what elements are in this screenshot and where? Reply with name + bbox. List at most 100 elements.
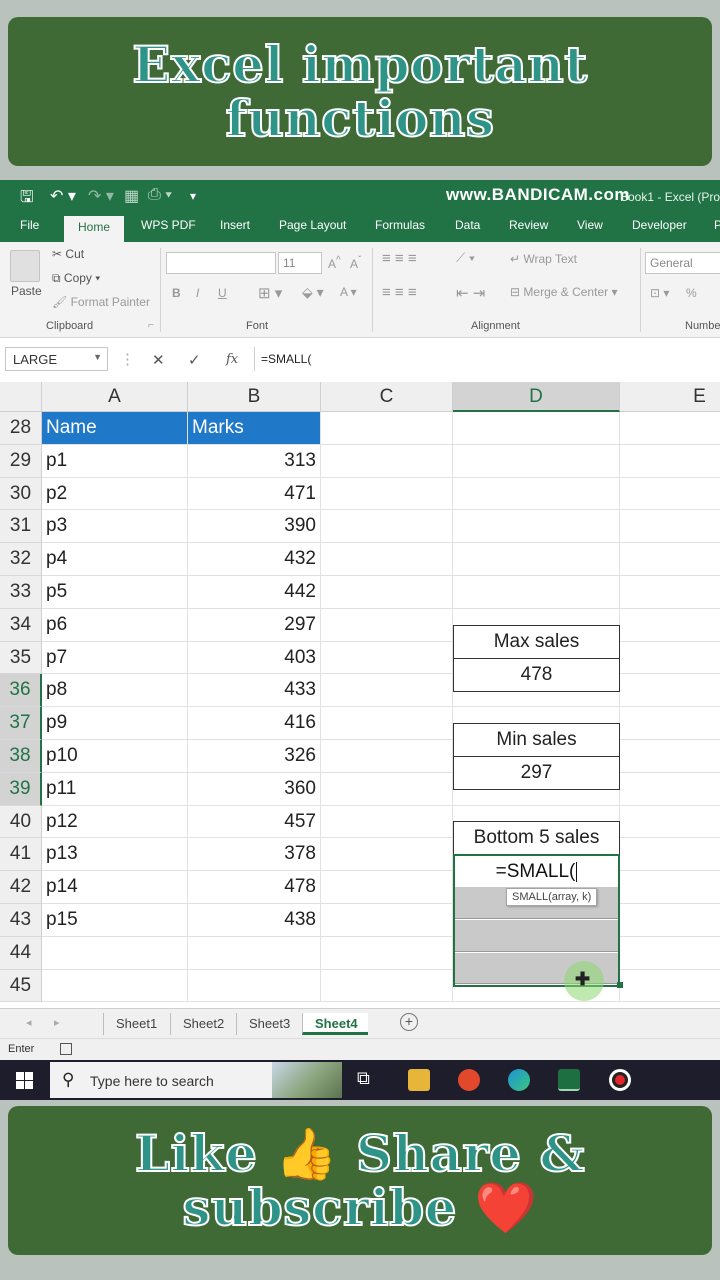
grid-cell[interactable] [620, 871, 720, 904]
grid-cell[interactable] [620, 674, 720, 708]
column-header-c[interactable]: C [321, 382, 453, 412]
sheet-tab-1[interactable]: Sheet1 [103, 1013, 167, 1035]
orientation-icon[interactable]: ⟋ ▾ [456, 250, 475, 266]
tab-formulas[interactable]: Formulas [375, 218, 425, 232]
quick-print-icon[interactable]: ⎙ ▾ [148, 186, 172, 204]
search-input[interactable]: Type here to search [90, 1073, 214, 1089]
indent-icon[interactable]: ⇤ ⇥ [456, 284, 485, 302]
grid-cell[interactable] [620, 707, 720, 740]
formula-input[interactable]: =SMALL( [254, 347, 720, 371]
column-header-b[interactable]: B [188, 382, 321, 412]
number-format-select[interactable]: General [645, 252, 720, 274]
file-explorer-icon[interactable] [408, 1069, 430, 1091]
windows-start-icon[interactable] [16, 1072, 33, 1089]
row-header[interactable]: 40 [0, 805, 42, 839]
grid-cell[interactable] [321, 576, 453, 609]
name-cell[interactable]: p14 [42, 871, 188, 904]
grid-cell[interactable] [620, 937, 720, 970]
format-painter-button[interactable]: 🖌 Format Painter [52, 295, 150, 309]
task-view-icon[interactable]: ⧉ [357, 1068, 379, 1090]
grid-cell[interactable] [321, 740, 453, 773]
row-header[interactable]: 44 [0, 936, 42, 970]
tab-insert[interactable]: Insert [220, 218, 250, 232]
marks-cell[interactable]: 442 [188, 576, 321, 609]
grid-cell[interactable] [453, 576, 620, 609]
function-tooltip[interactable]: SMALL(array, k) [506, 888, 598, 906]
grid-cell[interactable] [321, 871, 453, 904]
column-header-d[interactable]: D [453, 382, 620, 412]
name-cell[interactable]: p1 [42, 444, 188, 478]
redo-icon[interactable]: ↷ ▾ [88, 186, 114, 206]
align-left-icon[interactable]: ≡ ≡ ≡ [382, 284, 417, 301]
grid-cell[interactable] [321, 772, 453, 806]
marks-cell[interactable]: 433 [188, 674, 321, 708]
select-all-corner[interactable] [0, 382, 42, 412]
name-cell[interactable]: p15 [42, 904, 188, 937]
add-sheet-button[interactable]: + [400, 1013, 418, 1031]
row-header[interactable]: 39 [0, 772, 42, 806]
grid-cell[interactable] [620, 838, 720, 872]
grid-cell[interactable] [453, 444, 620, 478]
percent-button[interactable]: % [686, 286, 697, 300]
marks-cell[interactable]: 326 [188, 740, 321, 773]
sheet-tab-4[interactable]: Sheet4 [302, 1013, 368, 1035]
name-cell[interactable]: p7 [42, 641, 188, 675]
grid-cell[interactable] [321, 543, 453, 576]
undo-icon[interactable]: ↶ ▾ [50, 186, 76, 206]
grid-cell[interactable] [453, 477, 620, 511]
grid-cell[interactable] [620, 543, 720, 576]
marks-cell[interactable]: 313 [188, 444, 321, 478]
tab-data[interactable]: Data [455, 218, 480, 232]
confirm-entry-button[interactable]: ✓ [188, 351, 201, 369]
align-top-icon[interactable]: ≡ ≡ ≡ [382, 250, 417, 267]
wrap-text-button[interactable]: ↵ Wrap Text [510, 252, 577, 266]
marks-cell[interactable]: 360 [188, 772, 321, 806]
name-cell[interactable]: p3 [42, 510, 188, 544]
row-header[interactable]: 42 [0, 871, 42, 904]
grid-cell[interactable] [620, 576, 720, 609]
bold-button[interactable]: B [172, 286, 181, 300]
marks-cell[interactable]: 403 [188, 641, 321, 675]
name-cell[interactable]: p12 [42, 805, 188, 839]
grid-cell[interactable] [620, 478, 720, 511]
grid-cell[interactable] [321, 904, 453, 937]
grid-cell[interactable] [620, 740, 720, 773]
macro-record-icon[interactable] [60, 1043, 72, 1055]
grid-cell[interactable] [321, 805, 453, 839]
row-header[interactable]: 38 [0, 740, 42, 773]
row-header[interactable]: 30 [0, 477, 42, 511]
currency-icon[interactable]: ⊡ ▾ [650, 286, 669, 300]
grid-cell[interactable] [620, 445, 720, 478]
name-cell[interactable]: p9 [42, 707, 188, 740]
marks-cell[interactable]: 438 [188, 904, 321, 937]
grid-cell[interactable] [321, 936, 453, 970]
sheet-tab-3[interactable]: Sheet3 [236, 1013, 300, 1035]
grid-cell[interactable] [188, 969, 321, 1003]
row-header[interactable]: 34 [0, 608, 42, 642]
grid-cell[interactable] [321, 838, 453, 872]
italic-button[interactable]: I [196, 286, 199, 300]
paste-button[interactable]: Paste [11, 284, 42, 298]
tab-developer[interactable]: Developer [632, 218, 687, 232]
grid-cell[interactable] [620, 806, 720, 839]
row-header[interactable]: 29 [0, 444, 42, 478]
column-header-a[interactable]: A [42, 382, 188, 412]
grid-cell[interactable] [321, 969, 453, 1003]
row-header[interactable]: 28 [0, 412, 42, 445]
tab-more[interactable]: P [714, 218, 720, 232]
sheet-next-icon[interactable]: ▸ [54, 1016, 60, 1029]
grid-cell[interactable] [321, 510, 453, 544]
name-box[interactable]: LARGE ▼ [5, 347, 108, 371]
grid-cell[interactable] [321, 674, 453, 708]
marks-cell[interactable]: 416 [188, 707, 321, 740]
tab-page-layout[interactable]: Page Layout [279, 218, 346, 232]
shrink-font-button[interactable]: Aˇ [350, 255, 361, 271]
grid-cell[interactable] [321, 444, 453, 478]
customize-toolbar-icon[interactable]: ▾ [190, 189, 196, 203]
name-cell[interactable]: p10 [42, 740, 188, 773]
sheet-prev-icon[interactable]: ◂ [26, 1016, 32, 1029]
row-header[interactable]: 33 [0, 576, 42, 609]
row-header[interactable]: 45 [0, 969, 42, 1003]
underline-button[interactable]: U [218, 286, 227, 300]
name-cell[interactable]: p8 [42, 674, 188, 708]
